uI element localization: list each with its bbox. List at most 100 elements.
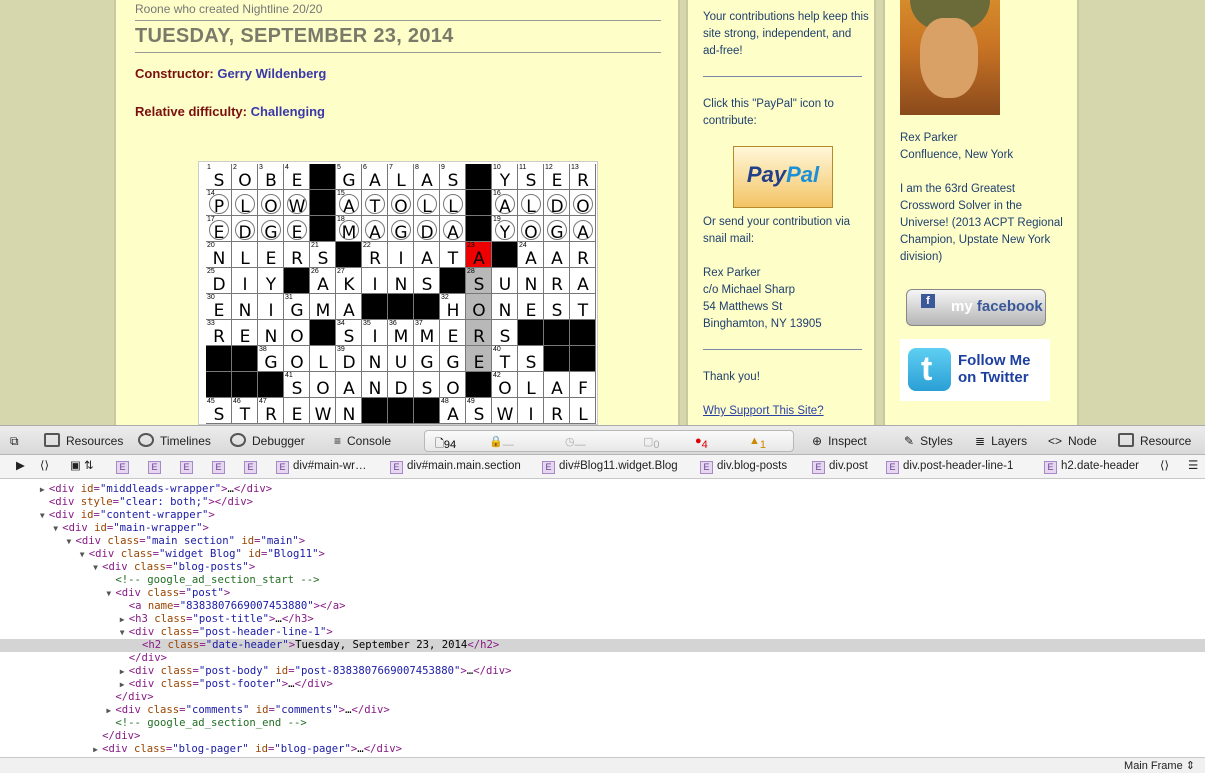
facebook-button[interactable]: f my facebook [906, 289, 1046, 326]
breadcrumb-item[interactable]: Ediv#main.main.section [390, 459, 521, 474]
dom-token: "post-header-line-1" [198, 626, 327, 638]
dom-node[interactable]: <!-- google_ad_section_start --> [0, 574, 1205, 587]
disclosure-triangle-icon[interactable]: ▼ [120, 626, 129, 639]
breadcrumb-item[interactable]: Ediv.blog-posts [700, 459, 787, 474]
crossword-cell: N [258, 320, 284, 346]
breadcrumb-element[interactable]: E [148, 459, 165, 474]
disclosure-triangle-icon[interactable]: ▶ [120, 665, 129, 678]
profile-avatar[interactable] [900, 0, 1000, 115]
disclosure-triangle-icon[interactable]: ▶ [93, 743, 102, 756]
cell-letter: S [421, 275, 433, 295]
dom-node[interactable]: ▼ <div class="widget Blog" id="Blog11"> [0, 548, 1205, 561]
crossword-cell: 17 E [206, 216, 232, 242]
frame-selector[interactable]: Main Frame ⇕ [1124, 759, 1195, 772]
cell-letter: U [394, 353, 408, 373]
tab-layers[interactable]: ≣ Layers [975, 426, 1027, 456]
disclosure-triangle-icon[interactable]: ▼ [53, 522, 62, 535]
clue-number: 2 [233, 164, 237, 171]
dom-node[interactable]: ▼ <div class="post-header-line-1"> [0, 626, 1205, 639]
dom-node[interactable]: ▼ <div class="main section" id="main"> [0, 535, 1205, 548]
html-icon[interactable]: ⟨⟩ [40, 459, 49, 474]
breadcrumb-element[interactable]: E [244, 459, 261, 474]
dom-node[interactable]: ▶ <h3 class="post-title">…</h3> [0, 613, 1205, 626]
dom-node[interactable]: ▼ <div id="main-wrapper"> [0, 522, 1205, 535]
tab-styles[interactable]: ✎ Styles [904, 426, 953, 456]
crossword-cell: 30 E [206, 294, 232, 320]
dom-node[interactable]: ▼ <div class="post"> [0, 587, 1205, 600]
breadcrumb-item[interactable]: Ediv.post [812, 459, 868, 474]
tab-debugger[interactable]: Debugger [230, 426, 305, 456]
profile-name[interactable]: Rex Parker [900, 130, 1065, 147]
tab-console[interactable]: ≡ Console [334, 426, 391, 456]
disclosure-triangle-icon[interactable]: ▼ [40, 509, 49, 522]
breadcrumb-element[interactable]: E [116, 459, 133, 474]
crossword-cell: 25 D [206, 268, 232, 294]
cell-letter: L [318, 353, 328, 373]
document-icon [1118, 433, 1134, 447]
dom-node[interactable]: ▶ <div class="post-body" id="post-8383807… [0, 665, 1205, 678]
dom-node[interactable]: </div> [0, 730, 1205, 743]
breadcrumb-back-icon[interactable]: ▶ [16, 459, 25, 474]
cell-letter: O [394, 197, 408, 217]
disclosure-triangle-icon[interactable]: ▶ [120, 678, 129, 691]
crossword-cell: O [284, 346, 310, 372]
disclosure-triangle-icon[interactable]: ▼ [67, 535, 76, 548]
black-square [466, 190, 492, 216]
dom-node[interactable]: ▶ <div class="post-footer">…</div> [0, 678, 1205, 691]
dom-node[interactable]: </div> [0, 691, 1205, 704]
tab-node[interactable]: <> Node [1048, 426, 1097, 456]
dom-node[interactable]: ▶ <div class="blog-pager" id="blog-pager"… [0, 743, 1205, 756]
why-support-link[interactable]: Why Support This Site? [703, 403, 871, 420]
body-icon[interactable]: ▣ ⇅ [70, 459, 94, 474]
disclosure-triangle-icon[interactable]: ▶ [120, 613, 129, 626]
dom-node[interactable]: ▶ <div id="middleads-wrapper">…</div> [0, 483, 1205, 496]
black-square [440, 268, 466, 294]
crossword-cell: 8A [414, 164, 440, 190]
crossword-cell: E [466, 346, 492, 372]
twitter-follow-button[interactable]: Follow Meon Twitter [900, 339, 1050, 401]
breadcrumb-element[interactable]: E [212, 459, 229, 474]
breadcrumb-item[interactable]: Ediv#main-wr… [276, 459, 367, 474]
crossword-cell: D [544, 190, 570, 216]
dom-node[interactable]: </div> [0, 652, 1205, 665]
crossword-cell: 18 M [336, 216, 362, 242]
paypal-button[interactable]: PayPal [733, 146, 833, 208]
black-square [466, 216, 492, 242]
dom-node[interactable]: <!-- google_ad_section_end --> [0, 717, 1205, 730]
clue-number: 35 [363, 320, 371, 327]
breadcrumb-item[interactable]: Ediv#Blog11.widget.Blog [542, 459, 678, 474]
dom-breadcrumb: ▶ ⟨⟩ ▣ ⇅ E E E E E Ediv#main-wr… Ediv#ma… [0, 455, 1205, 479]
dom-node[interactable]: ▼ <div class="blog-posts"> [0, 561, 1205, 574]
cell-letter: L [578, 405, 588, 425]
status-summary[interactable]: 🗋 94 🔒 — ◷ — ▢ 0 ● 4 ▲ 1 [424, 430, 794, 452]
address-care-of: c/o Michael Sharp [703, 284, 796, 296]
dom-node[interactable]: <a name="8383807669007453880"></a> [0, 600, 1205, 613]
tab-resource[interactable]: Resource [1118, 426, 1191, 456]
crossword-cell: G [440, 346, 466, 372]
dom-node[interactable]: ▼ <div id="content-wrapper"> [0, 509, 1205, 522]
cell-letter: G [420, 353, 434, 373]
dom-node[interactable]: <div style="clear: both;"></div> [0, 496, 1205, 509]
crosshair-icon: ⊕ [812, 434, 823, 448]
dom-token: </div> [294, 678, 333, 690]
menu-icon[interactable]: ☰ [1188, 459, 1198, 474]
code-icon[interactable]: ⟨⟩ [1160, 459, 1169, 474]
disclosure-triangle-icon[interactable]: ▶ [40, 483, 49, 496]
divider [135, 20, 661, 21]
inspect-button[interactable]: ⊕ Inspect [812, 426, 867, 456]
dom-tree[interactable]: ▶ <div id="middleads-wrapper">…</div> <div… [0, 479, 1205, 757]
cell-letter: N [342, 405, 356, 425]
breadcrumb-element[interactable]: E [180, 459, 197, 474]
disclosure-triangle-icon[interactable]: ▼ [93, 561, 102, 574]
tab-resources[interactable]: Resources [44, 426, 123, 456]
dom-node-selected[interactable]: <h2 class="date-header">Tuesday, Septemb… [0, 639, 1205, 652]
breadcrumb-item[interactable]: Ediv.post-header-line-1 [886, 459, 1013, 474]
tab-timelines[interactable]: Timelines [138, 426, 211, 456]
dom-token: "post-8383807669007453880" [294, 665, 461, 677]
dom-node[interactable]: ▶ <div class="comments" id="comments">…</… [0, 704, 1205, 717]
dock-icon[interactable]: ⧉ [10, 426, 19, 456]
cell-letter: A [343, 379, 355, 399]
disclosure-triangle-icon[interactable]: ▼ [80, 548, 89, 561]
dom-token: ></a> [313, 600, 346, 612]
breadcrumb-item-selected[interactable]: Eh2.date-header [1044, 459, 1139, 474]
